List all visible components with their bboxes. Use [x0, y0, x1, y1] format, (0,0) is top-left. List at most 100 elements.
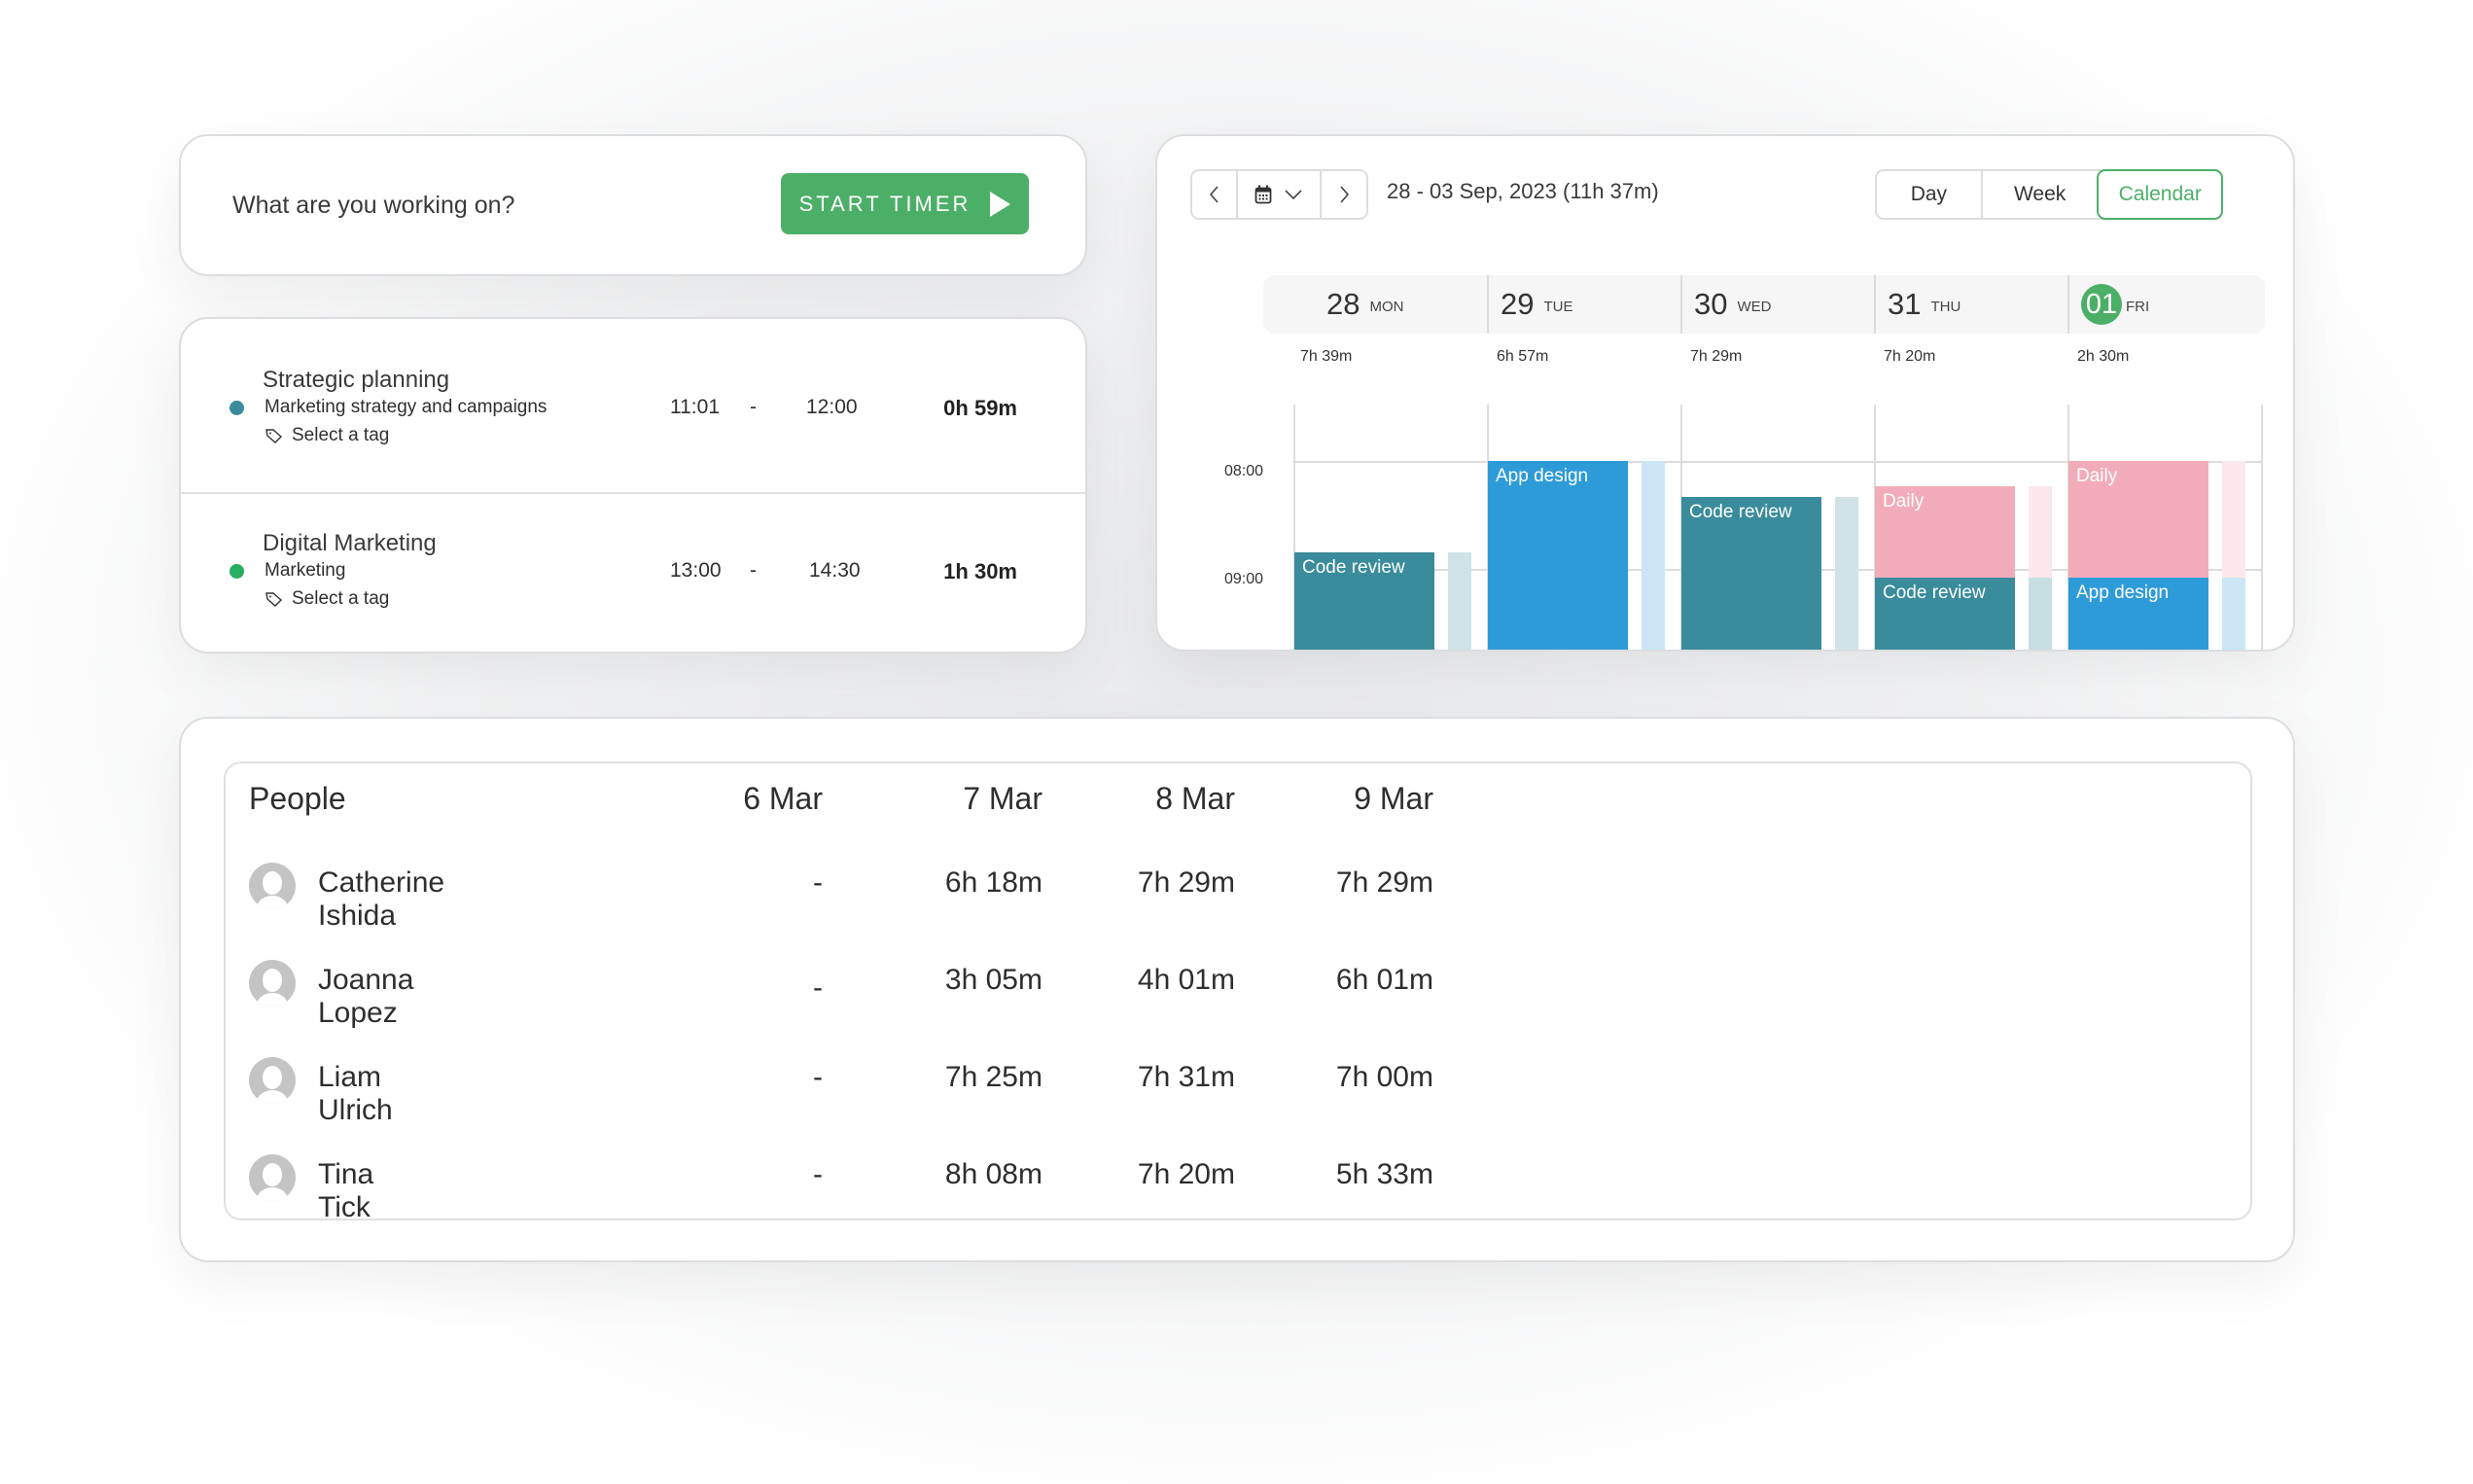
calendar-event[interactable]: Code review — [1681, 497, 1821, 650]
select-tag-label: Select a tag — [292, 588, 390, 609]
next-week-button[interactable] — [1320, 171, 1366, 218]
day-of-week: MON — [1369, 298, 1404, 315]
calendar-event[interactable]: Daily — [1875, 485, 2015, 579]
day-of-week: THU — [1930, 298, 1961, 315]
day-header[interactable]: 28 MON — [1326, 275, 1403, 334]
person-name[interactable]: Catherine Ishida — [318, 866, 444, 933]
calendar-event[interactable]: Code review — [1294, 552, 1434, 650]
event-label: App design — [1496, 466, 1589, 486]
people-timesheet-card: People 6 Mar 7 Mar 8 Mar 9 Mar Catherine Ish… — [179, 717, 2295, 1262]
day-of-week: TUE — [1543, 298, 1573, 315]
day-divider — [2067, 275, 2069, 334]
time-cell: 7h 29m — [1335, 866, 1433, 899]
person-name[interactable]: Liam Ulrich — [318, 1061, 393, 1127]
day-total: 7h 29m — [1690, 348, 1743, 365]
date-column-header: 6 Mar — [743, 781, 823, 816]
entry-start-time[interactable]: 11:01 — [670, 396, 720, 419]
date-navigation — [1190, 169, 1368, 220]
time-cell: 7h 20m — [1137, 1158, 1235, 1190]
time-cell: - — [813, 866, 823, 899]
day-total: 7h 20m — [1884, 348, 1936, 365]
date-column-header: 9 Mar — [1354, 781, 1433, 816]
avatar-icon — [249, 960, 296, 1007]
play-icon — [990, 191, 1011, 217]
tag-icon — [265, 429, 283, 443]
time-cell: - — [813, 972, 823, 1004]
calendar-card: 28 - 03 Sep, 2023 (11h 37m) Day Week Cal… — [1155, 134, 2295, 652]
day-of-week: FRI — [2126, 298, 2150, 315]
person-name[interactable]: Joanna Lopez — [318, 964, 413, 1030]
day-header-strip: 28 MON 29 TUE 30 WED 31 THU 01 FRI — [1263, 275, 2265, 334]
day-number: 28 — [1326, 287, 1360, 321]
time-cell: 3h 05m — [944, 964, 1042, 996]
day-header[interactable]: 31 THU — [1888, 275, 1961, 334]
chevron-right-icon — [1340, 186, 1350, 203]
date-column-header: 8 Mar — [1155, 781, 1235, 816]
select-tag-button[interactable]: Select a tag — [265, 425, 389, 446]
time-cell: 7h 25m — [944, 1061, 1042, 1093]
day-header[interactable]: 30 WED — [1694, 275, 1771, 334]
event-overlap-indicator — [1642, 461, 1665, 650]
time-separator: - — [750, 559, 757, 582]
time-entry[interactable]: Strategic planning Marketing strategy an… — [181, 319, 1085, 486]
entry-end-time[interactable]: 14:30 — [809, 559, 861, 583]
event-label: Code review — [1302, 557, 1405, 579]
people-column-header: People — [249, 781, 346, 816]
time-separator: - — [750, 396, 757, 418]
timer-card: START TIMER — [179, 134, 1087, 276]
select-tag-button[interactable]: Select a tag — [265, 588, 389, 610]
calendar-event[interactable]: Daily — [2068, 461, 2208, 579]
hour-label: 09:00 — [1224, 571, 1264, 587]
entry-project[interactable]: Marketing strategy and campaigns — [265, 397, 547, 418]
event-label: Daily — [1883, 490, 1925, 512]
calendar-event[interactable]: App design — [2068, 578, 2208, 650]
day-divider — [1680, 275, 1682, 334]
entry-start-time[interactable]: 13:00 — [670, 559, 722, 583]
calendar-event[interactable]: Code review — [1875, 578, 2015, 650]
day-header[interactable]: 01 FRI — [2081, 275, 2149, 334]
avatar-icon — [249, 1154, 296, 1201]
event-overlap-indicator — [2029, 578, 2052, 650]
date-picker-button[interactable] — [1236, 171, 1320, 218]
entry-title[interactable]: Strategic planning — [263, 367, 449, 394]
entry-end-time[interactable]: 12:00 — [806, 396, 858, 419]
time-cell: 7h 00m — [1335, 1061, 1433, 1093]
calendar-event[interactable]: App design — [1488, 461, 1628, 650]
start-timer-label: START TIMER — [798, 191, 972, 216]
time-entry[interactable]: Digital Marketing Marketing Select a tag… — [181, 492, 1085, 652]
previous-week-button[interactable] — [1192, 171, 1236, 218]
view-calendar-button[interactable]: Calendar — [2097, 169, 2223, 220]
task-description-input[interactable] — [232, 136, 777, 274]
day-total: 6h 57m — [1497, 348, 1549, 365]
day-number: 29 — [1501, 287, 1535, 321]
view-toggle: Day Week Calendar — [1875, 169, 2223, 220]
view-week-button[interactable]: Week — [1980, 171, 2098, 218]
project-color-dot — [230, 564, 244, 579]
event-label: Code review — [1689, 502, 1792, 522]
event-overlap-indicator — [1448, 552, 1471, 650]
avatar-icon — [249, 863, 296, 909]
entry-project[interactable]: Marketing — [265, 560, 345, 582]
view-day-button[interactable]: Day — [1877, 171, 1981, 218]
person-name[interactable]: Tina Tick — [318, 1158, 373, 1224]
today-date-badge: 01 — [2081, 284, 2122, 325]
day-header[interactable]: 29 TUE — [1501, 275, 1572, 334]
event-overlap-indicator — [2222, 578, 2245, 650]
entry-title[interactable]: Digital Marketing — [263, 530, 437, 557]
day-divider — [1874, 275, 1876, 334]
event-overlap-indicator — [1835, 497, 1858, 650]
tag-icon — [265, 592, 283, 607]
calendar-icon — [1254, 185, 1272, 204]
entry-duration: 1h 30m — [943, 559, 1017, 583]
time-cell: - — [813, 1158, 823, 1190]
start-timer-button[interactable]: START TIMER — [781, 173, 1029, 234]
event-label: App design — [2076, 583, 2170, 604]
event-overlap-indicator — [2222, 461, 2245, 579]
time-cell: - — [813, 1061, 823, 1093]
avatar-icon — [249, 1057, 296, 1104]
entry-duration: 0h 59m — [943, 396, 1017, 420]
day-total: 2h 30m — [2077, 348, 2130, 365]
event-label: Daily — [2076, 466, 2118, 486]
grid-column-line — [2261, 405, 2263, 650]
select-tag-label: Select a tag — [292, 425, 390, 445]
